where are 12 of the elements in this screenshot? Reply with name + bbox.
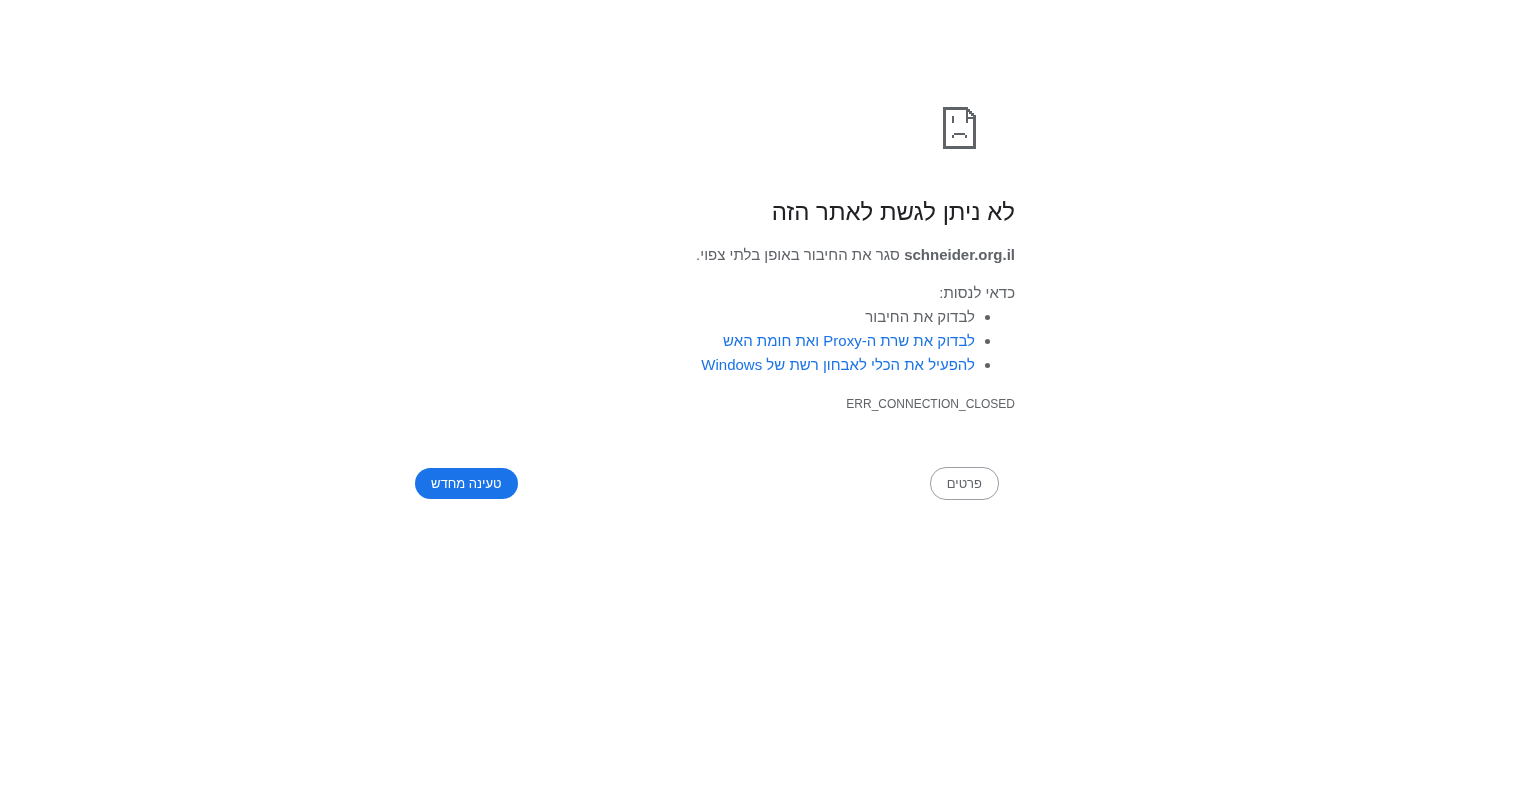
details-button[interactable]: פרטים bbox=[929, 467, 999, 500]
error-title: לא ניתן לגשת לאתר הזה bbox=[771, 197, 1015, 227]
sad-document-icon bbox=[943, 107, 976, 149]
suggestion-link[interactable]: להפעיל את הכלי לאבחון רשת של Windows bbox=[701, 353, 975, 377]
suggestions-heading: כדאי לנסות: bbox=[939, 283, 1015, 303]
error-code: ERR_CONNECTION_CLOSED bbox=[846, 396, 1015, 413]
bullet-icon bbox=[985, 314, 990, 320]
bullet-icon bbox=[985, 338, 990, 344]
suggestion-text: לבדוק את החיבור bbox=[865, 307, 975, 327]
suggestion-link[interactable]: לבדוק את שרת ה-Proxy ואת חומת האש bbox=[723, 329, 975, 353]
reload-button[interactable]: טעינה מחדש bbox=[415, 468, 518, 499]
bullet-icon bbox=[985, 362, 990, 368]
